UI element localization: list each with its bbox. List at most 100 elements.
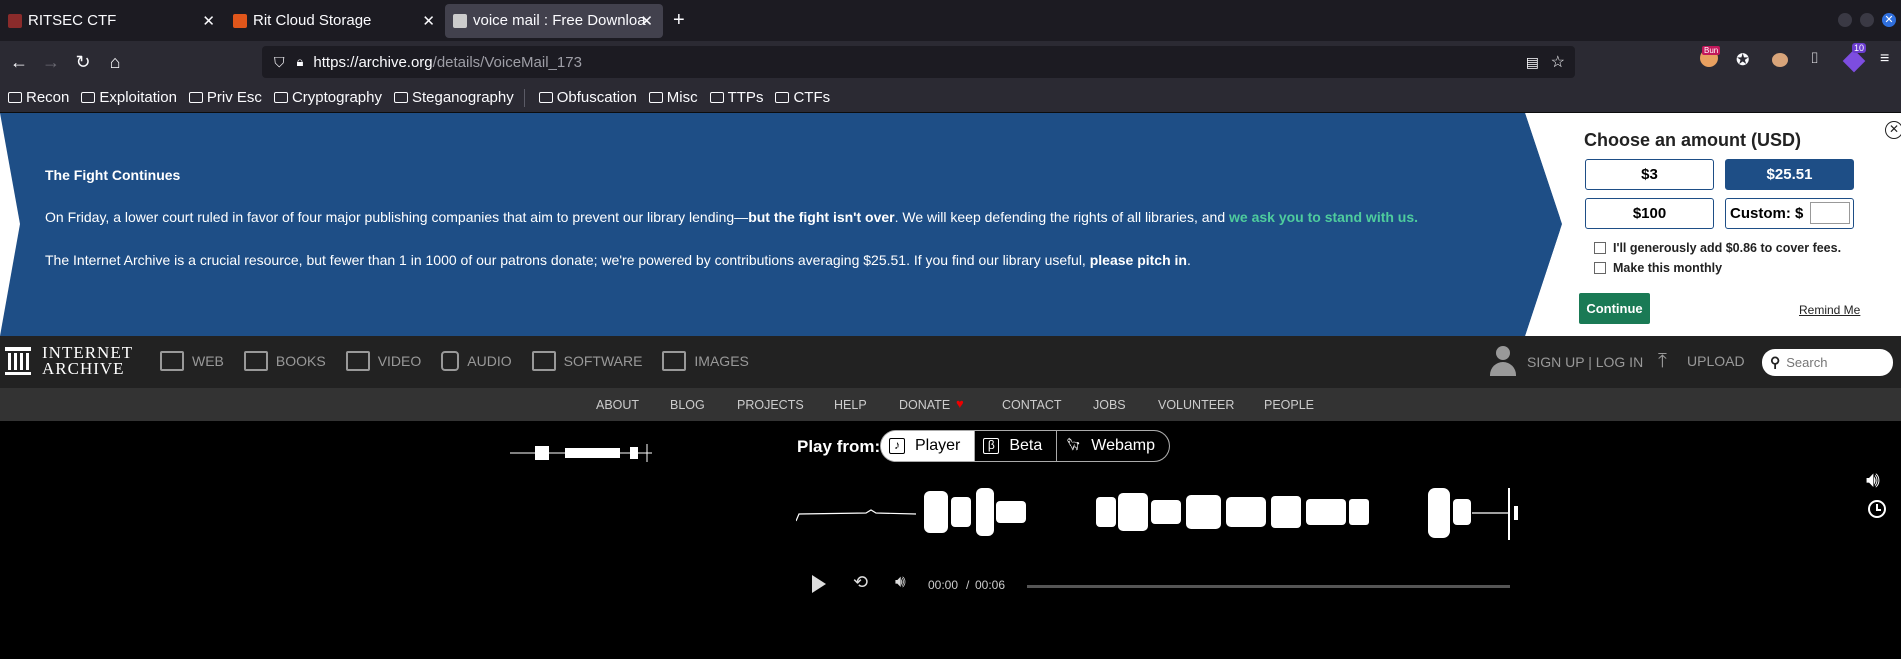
tab-voice-mail[interactable]: voice mail : Free Downloa ✕ [445, 3, 663, 38]
subnav-volunteer[interactable]: VOLUNTEER [1158, 398, 1234, 412]
tab-rit-cloud[interactable]: Rit Cloud Storage ✕ [225, 0, 445, 41]
minimize-icon[interactable] [1838, 13, 1852, 27]
folder-icon [188, 92, 203, 103]
banner-paragraph-1: On Friday, a lower court ruled in favor … [45, 209, 1419, 225]
star-icon[interactable]: ☆ [1551, 52, 1565, 72]
url-bar[interactable]: ⛉ 🔒︎ https://archive.org/details/VoiceMa… [262, 46, 1575, 78]
tab-bar: RITSEC CTF ✕ Rit Cloud Storage ✕ voice m… [0, 0, 1901, 41]
bookmark-ttps[interactable]: TTPs [709, 89, 763, 106]
close-icon[interactable]: ✕ [640, 12, 653, 30]
user-icon[interactable] [1490, 346, 1516, 376]
nav-video[interactable]: VIDEO [345, 351, 421, 371]
back-icon[interactable]: ← [6, 52, 32, 73]
nav-audio[interactable]: AUDIO [441, 351, 512, 371]
play-icon[interactable] [812, 575, 826, 593]
rit-favicon-icon [233, 13, 247, 28]
signup-login-link[interactable]: SIGN UP | LOG IN [1527, 354, 1643, 370]
amount-25-51-button[interactable]: $25.51 [1725, 159, 1854, 190]
nav-books[interactable]: BOOKS [243, 351, 326, 371]
choose-amount-heading: Choose an amount (USD) [1584, 130, 1802, 150]
subnav-donate[interactable]: DONATE [899, 398, 950, 412]
url-path: /details/VoiceMail_173 [432, 53, 582, 71]
webamp-option[interactable]: 🦙︎ Webamp [1057, 431, 1170, 461]
close-banner-icon[interactable]: ✕ [1885, 121, 1901, 139]
time-separator: / [966, 578, 970, 592]
banner-paragraph-2: The Internet Archive is a crucial resour… [45, 252, 1191, 268]
subnav-projects[interactable]: PROJECTS [737, 398, 804, 412]
reload-icon[interactable]: ↻ [70, 52, 96, 73]
folder-icon [648, 92, 663, 103]
volume-icon[interactable]: 🔊︎ [895, 572, 906, 592]
bookmark-cryptography[interactable]: Cryptography [273, 89, 382, 106]
bookmark-ctfs[interactable]: CTFs [775, 89, 830, 106]
waveform-display[interactable] [796, 485, 1526, 543]
menu-icon[interactable]: ≡ [1880, 50, 1889, 68]
ia-sub-nav: ABOUT BLOG PROJECTS HELP DONATE ♥ CONTAC… [0, 388, 1901, 421]
nav-web[interactable]: WEB [160, 351, 224, 371]
reader-view-icon[interactable]: ▤ [1526, 54, 1539, 71]
heart-icon: ♥ [956, 396, 964, 411]
custom-amount-input[interactable] [1810, 202, 1850, 224]
bookmark-steganography[interactable]: Steganography [393, 89, 514, 106]
duration: 00:06 [975, 578, 1006, 592]
bookmark-recon[interactable]: Recon [8, 89, 69, 106]
beta-option[interactable]: β Beta [975, 431, 1058, 461]
tab-ritsec[interactable]: RITSEC CTF ✕ [0, 0, 225, 41]
url-host: https://archive.org [313, 53, 433, 71]
player-option[interactable]: ♪ Player [881, 431, 976, 461]
face-extension-icon[interactable] [1772, 53, 1788, 67]
llama-icon: 🦙︎ [1065, 437, 1081, 451]
stand-with-us-link[interactable]: we ask you to stand with us. [1229, 209, 1418, 225]
clock-icon[interactable] [1868, 500, 1886, 518]
ia-logo-text[interactable]: INTERNET ARCHIVE [42, 344, 133, 377]
search-input[interactable] [1786, 355, 1882, 370]
amount-3-button[interactable]: $3 [1585, 159, 1714, 190]
rewind-10-icon[interactable]: ⟲ [853, 572, 868, 593]
cookie-icon[interactable]: ✪ [1736, 50, 1749, 70]
subnav-about[interactable]: ABOUT [596, 398, 639, 412]
archive-extension-icon[interactable]: ⌷ [1810, 50, 1819, 67]
folder-icon [775, 92, 790, 103]
extension-diamond-icon[interactable] [1842, 49, 1866, 73]
subnav-people[interactable]: PEOPLE [1264, 398, 1314, 412]
custom-amount-field[interactable]: Custom: $ [1725, 198, 1854, 229]
folder-icon [709, 92, 724, 103]
bookmark-obfuscation[interactable]: Obfuscation [538, 89, 637, 106]
cover-fees-checkbox[interactable]: I'll generously add $0.86 to cover fees. [1594, 241, 1841, 255]
new-tab-icon[interactable]: + [673, 9, 685, 32]
continue-button[interactable]: Continue [1579, 293, 1650, 324]
bookmarks-bar: Recon Exploitation Priv Esc Cryptography… [0, 83, 1901, 113]
search-box[interactable]: ⚲ [1762, 349, 1893, 376]
subnav-contact[interactable]: CONTACT [1002, 398, 1062, 412]
close-window-icon[interactable]: ✕ [1882, 13, 1896, 27]
video-icon [345, 351, 370, 371]
subnav-blog[interactable]: BLOG [670, 398, 705, 412]
upload-link[interactable]: UPLOAD [1687, 353, 1745, 369]
progress-bar[interactable] [1027, 585, 1510, 588]
ia-top-nav: INTERNET ARCHIVE WEB BOOKS VIDEO AUDIO S… [0, 336, 1901, 388]
waveform-thumbnail[interactable] [510, 440, 652, 466]
ia-logo-icon[interactable] [5, 347, 31, 375]
subnav-help[interactable]: HELP [834, 398, 867, 412]
amount-100-button[interactable]: $100 [1585, 198, 1714, 229]
bookmark-priv-esc[interactable]: Priv Esc [188, 89, 262, 106]
speaker-icon[interactable]: 🔊︎ [1866, 467, 1880, 493]
folder-icon [393, 92, 408, 103]
maximize-icon[interactable] [1860, 13, 1874, 27]
close-icon[interactable]: ✕ [422, 12, 435, 30]
home-icon[interactable]: ⌂ [102, 52, 128, 73]
monthly-checkbox[interactable]: Make this monthly [1594, 261, 1722, 275]
subnav-jobs[interactable]: JOBS [1093, 398, 1126, 412]
forward-icon[interactable]: → [38, 52, 64, 73]
bookmark-exploitation[interactable]: Exploitation [81, 89, 177, 106]
bookmark-misc[interactable]: Misc [648, 89, 698, 106]
remind-me-link[interactable]: Remind Me [1799, 303, 1860, 317]
banner-title: The Fight Continues [45, 167, 181, 183]
nav-software[interactable]: SOFTWARE [531, 351, 642, 371]
bookmark-separator [523, 88, 525, 107]
close-icon[interactable]: ✕ [202, 12, 215, 30]
upload-icon[interactable]: ⤒ [1658, 350, 1667, 373]
folder-icon [81, 92, 96, 103]
folder-icon [273, 92, 288, 103]
nav-images[interactable]: IMAGES [662, 351, 749, 371]
